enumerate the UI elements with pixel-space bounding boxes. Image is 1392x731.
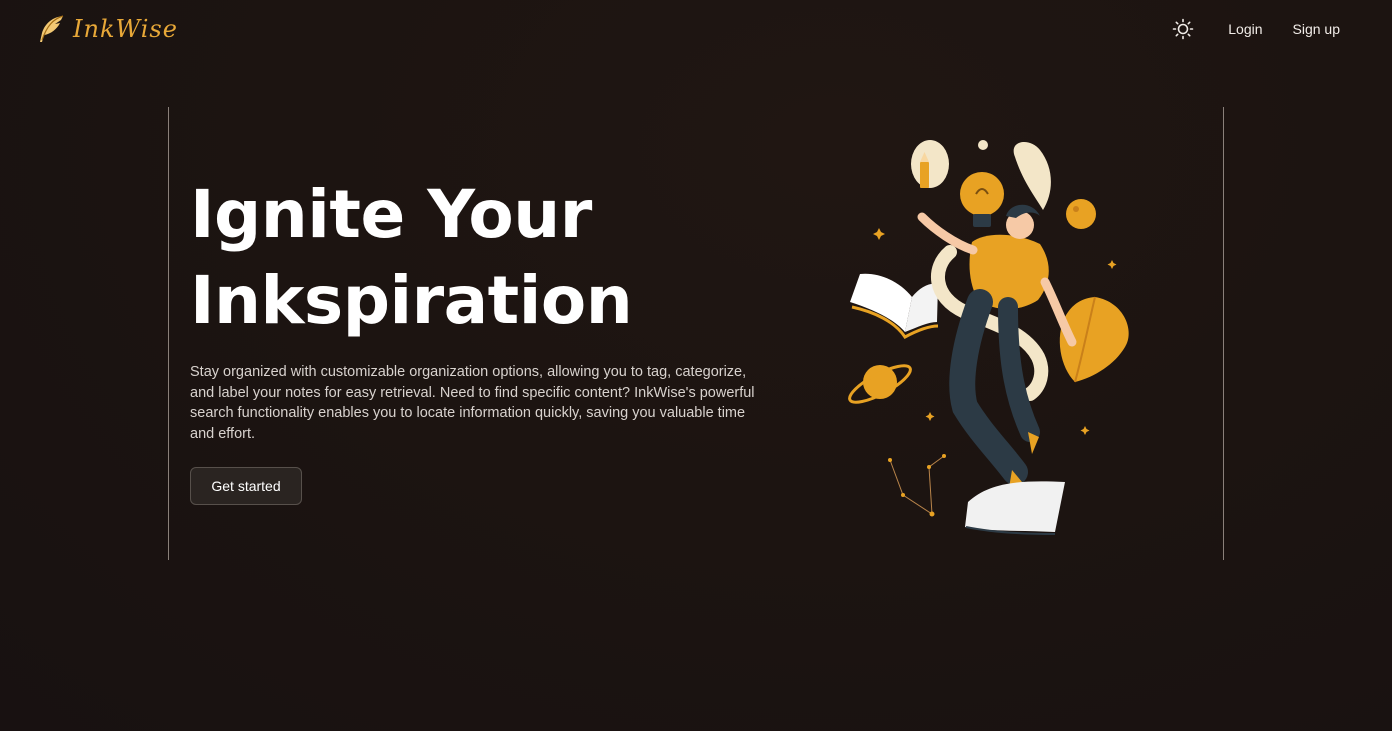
signup-link[interactable]: Sign up — [1293, 21, 1340, 37]
right-divider-line — [1223, 107, 1224, 560]
hero-title: Ignite Your Inkspiration — [190, 172, 750, 344]
hero-description: Stay organized with customizable organiz… — [190, 364, 755, 442]
quill-feather-icon — [40, 15, 64, 42]
nav-actions: Login Sign up — [1172, 18, 1340, 40]
hero-title-line1: Ignite Your — [190, 176, 592, 253]
hero-illustration — [848, 140, 1129, 535]
brand-logo[interactable]: InkWise — [35, 12, 178, 46]
theme-toggle-button[interactable] — [1172, 18, 1194, 40]
hero-title-line2: Inkspiration — [190, 262, 633, 339]
brand-name: InkWise — [73, 15, 178, 43]
login-link[interactable]: Login — [1228, 21, 1262, 37]
top-nav: InkWise Login Sign up — [0, 0, 1392, 60]
left-divider-line — [168, 107, 169, 560]
get-started-button[interactable]: Get started — [190, 467, 302, 505]
sun-icon — [1172, 18, 1194, 40]
